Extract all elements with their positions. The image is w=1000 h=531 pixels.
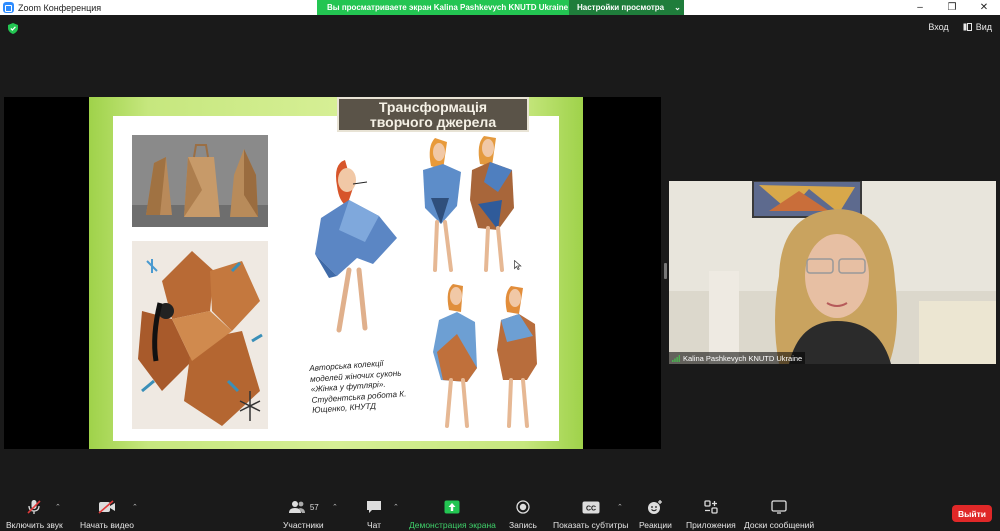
closed-captions-icon: CC bbox=[582, 501, 600, 513]
slide-title-line-1: Трансформація bbox=[378, 99, 488, 115]
fashion-sketch-4 bbox=[433, 284, 477, 428]
audio-options-caret-icon[interactable]: ⌃ bbox=[55, 503, 61, 511]
whiteboards-label: Доски сообщений bbox=[744, 520, 815, 530]
window-controls: – ❐ ✕ bbox=[904, 0, 1000, 15]
fashion-sketch-5 bbox=[497, 286, 537, 428]
fashion-sketch-2 bbox=[423, 138, 461, 272]
presentation-slide: Авторська колекції моделей жіночих сукон… bbox=[89, 97, 583, 449]
share-screen-label: Демонстрация экрана bbox=[409, 520, 496, 530]
smiley-plus-icon bbox=[648, 500, 663, 514]
slide-title-line-2: творчого джерела bbox=[369, 114, 497, 130]
zoom-window: Zoom Конференция Вы просматриваете экран… bbox=[0, 0, 1000, 531]
share-banner-text: Вы просматриваете экран Kalina Pashkevyc… bbox=[317, 0, 569, 15]
chat-button[interactable]: Чат bbox=[366, 498, 382, 530]
restore-button[interactable]: ❐ bbox=[936, 0, 968, 15]
chat-icon bbox=[367, 501, 381, 513]
unmute-label: Включить звук bbox=[6, 520, 63, 530]
video-camera-off-icon bbox=[98, 500, 115, 514]
window-title: Zoom Конференция bbox=[18, 2, 102, 13]
meeting-toolbar: Включить звук ⌃ Начать видео ⌃ 57 Участн… bbox=[0, 494, 1000, 531]
microphone-muted-icon bbox=[27, 500, 41, 514]
paper-bags-image bbox=[132, 135, 268, 227]
start-video-button[interactable]: Начать видео bbox=[80, 498, 134, 530]
participants-button[interactable]: 57 Участники bbox=[283, 498, 324, 530]
participant-name: Kalina Pashkevych KNUTD Ukraine bbox=[683, 353, 803, 363]
start-video-label: Начать видео bbox=[80, 520, 135, 530]
minimize-button[interactable]: – bbox=[904, 0, 936, 15]
zoom-logo-icon bbox=[3, 2, 14, 13]
shared-screen: Авторська колекції моделей жіночих сукон… bbox=[4, 97, 661, 449]
apps-icon bbox=[704, 500, 718, 514]
svg-text:CC: CC bbox=[586, 505, 596, 512]
view-settings-label: Настройки просмотра bbox=[577, 3, 665, 12]
participants-label: Участники bbox=[283, 520, 324, 530]
slide-caption: Авторська колекції моделей жіночих сукон… bbox=[309, 358, 407, 415]
fashion-collage-image bbox=[132, 241, 268, 429]
apps-label: Приложения bbox=[686, 520, 736, 530]
record-icon bbox=[516, 500, 530, 514]
shield-icon[interactable] bbox=[8, 23, 18, 34]
splitter-handle[interactable] bbox=[664, 263, 667, 279]
video-options-caret-icon[interactable]: ⌃ bbox=[132, 503, 138, 511]
slide-content: Авторська колекції моделей жіночих сукон… bbox=[113, 116, 559, 441]
whiteboard-icon bbox=[771, 500, 787, 514]
exit-fullscreen-button[interactable]: Вход bbox=[928, 22, 948, 32]
slide-title: Трансформація творчого джерела bbox=[337, 97, 529, 132]
chevron-down-icon: ⌄ bbox=[674, 3, 681, 12]
mouse-pointer-icon bbox=[514, 260, 522, 270]
share-screen-icon bbox=[444, 500, 460, 514]
fashion-sketch-3 bbox=[470, 136, 514, 272]
exit-label: Вход bbox=[928, 22, 949, 32]
captions-options-caret-icon[interactable]: ⌃ bbox=[617, 503, 623, 511]
close-button[interactable]: ✕ bbox=[968, 0, 1000, 15]
participants-icon bbox=[288, 501, 305, 513]
show-captions-label: Показать субтитры bbox=[553, 520, 629, 530]
fashion-sketch-1 bbox=[315, 160, 397, 333]
reactions-button[interactable]: Реакции bbox=[639, 498, 672, 530]
title-bar: Zoom Конференция Вы просматриваете экран… bbox=[0, 0, 1000, 15]
apps-button[interactable]: Приложения bbox=[686, 498, 736, 530]
chat-options-caret-icon[interactable]: ⌃ bbox=[393, 503, 399, 511]
participants-options-caret-icon[interactable]: ⌃ bbox=[332, 503, 338, 511]
view-icon bbox=[963, 23, 972, 31]
leave-meeting-button[interactable]: Выйти bbox=[952, 505, 992, 522]
view-settings-button[interactable]: Настройки просмотра ⌄ bbox=[569, 0, 684, 15]
chat-label: Чат bbox=[366, 520, 382, 530]
participants-count: 57 bbox=[309, 502, 319, 512]
record-label: Запись bbox=[509, 520, 537, 530]
signal-icon bbox=[672, 354, 680, 362]
participant-name-tag: Kalina Pashkevych KNUTD Ukraine bbox=[669, 352, 806, 364]
share-banner: Вы просматриваете экран Kalina Pashkevyc… bbox=[317, 0, 684, 15]
record-button[interactable]: Запись bbox=[509, 498, 537, 530]
whiteboards-button[interactable]: Доски сообщений bbox=[744, 498, 814, 530]
participant-video[interactable]: Kalina Pashkevych KNUTD Ukraine bbox=[669, 181, 996, 364]
participant-video-frame bbox=[669, 181, 996, 364]
view-label: Вид bbox=[975, 22, 992, 32]
view-button[interactable]: Вид bbox=[963, 22, 992, 32]
reactions-label: Реакции bbox=[639, 520, 672, 530]
share-screen-button[interactable]: Демонстрация экрана bbox=[409, 498, 496, 530]
top-right-controls: Вход Вид bbox=[928, 22, 992, 32]
